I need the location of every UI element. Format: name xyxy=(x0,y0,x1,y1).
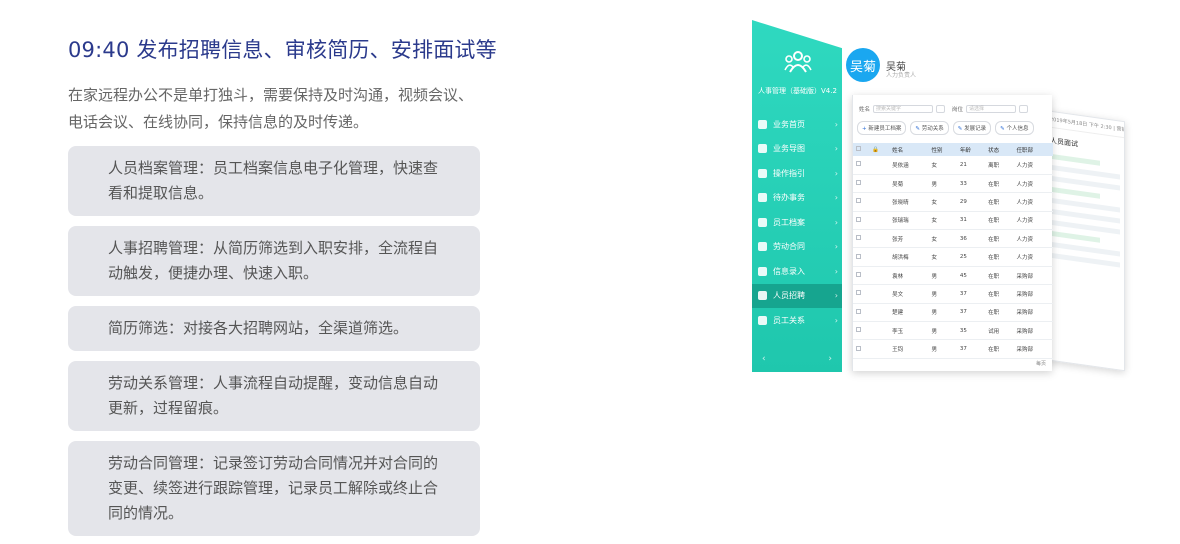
feature-card-relations: 劳动关系管理：人事流程自动提醒，变动信息自动更新，过程留痕。 xyxy=(68,361,480,431)
sidebar-item-recruit[interactable]: 人员招聘 › xyxy=(752,283,842,308)
column-header[interactable]: 状态 xyxy=(985,143,1014,156)
personal-info-button[interactable]: ✎ 个人信息 xyxy=(995,121,1034,135)
select-all-column[interactable] xyxy=(853,143,870,156)
chevron-right-icon: › xyxy=(834,266,838,276)
table-footer: 每页 xyxy=(1035,361,1046,367)
map-icon xyxy=(758,144,767,154)
column-header[interactable]: 性别 xyxy=(928,143,957,156)
checkbox[interactable] xyxy=(856,253,861,259)
search-icon[interactable] xyxy=(936,105,946,113)
chevron-right-icon[interactable]: › xyxy=(828,354,832,364)
sidebar-item-home[interactable]: 业务首页 › xyxy=(752,112,842,137)
sidebar-item-archive[interactable]: 员工档案 › xyxy=(752,210,842,235)
recruit-icon xyxy=(758,291,767,301)
lock-column: 🔒 xyxy=(869,143,890,156)
column-header[interactable]: 姓名 xyxy=(889,143,929,156)
sidebar-pager: ‹ › xyxy=(762,354,832,364)
sidebar-item-relations[interactable]: 员工关系 › xyxy=(752,308,842,333)
table-row[interactable]: 李玉男 35 试用 采购部 xyxy=(853,321,1053,341)
feature-list: 人员档案管理：员工档案信息电子化管理，快速查看和提取信息。 人事招聘管理：从简历… xyxy=(68,146,488,536)
table-row[interactable]: 楚建男 37 在职 采购部 xyxy=(853,303,1053,323)
people-logo-icon xyxy=(784,51,812,73)
feature-card-recruit: 人事招聘管理：从简历筛选到入职安排，全流程自动触发，便捷办理、快速入职。 xyxy=(68,226,480,296)
feature-card-archive: 人员档案管理：员工档案信息电子化管理，快速查看和提取信息。 xyxy=(68,146,480,216)
form-section xyxy=(1050,153,1100,166)
post-label: 岗位 xyxy=(952,107,964,113)
sidebar-item-contract[interactable]: 劳动合同 › xyxy=(752,235,842,260)
column-header[interactable]: 年龄 xyxy=(956,143,986,156)
filter-bar: 姓名 搜索关键字 岗位 请选择 xyxy=(853,95,1052,113)
checkbox[interactable] xyxy=(856,161,861,167)
app-name: 人事管理（基础版）V4.2 xyxy=(758,87,837,95)
chevron-right-icon: › xyxy=(834,217,838,227)
feature-card-contract: 劳动合同管理：记录签订劳动合同情况并对合同的变更、续签进行跟踪管理，记录员工解除… xyxy=(68,441,480,536)
chevron-right-icon: › xyxy=(834,193,838,203)
relations-icon xyxy=(758,315,767,325)
employee-table: 🔒 姓名 性别 年龄 状态 任职部 吴依涵女 21 离职 人力资 吴菊男 33 在职 人力资… xyxy=(853,143,1053,359)
form-section xyxy=(1050,230,1100,243)
contract-icon xyxy=(758,242,767,252)
sidebar-item-entry[interactable]: 信息录入 › xyxy=(752,259,842,284)
table-row[interactable]: 王钧男 37 在职 采购部 xyxy=(853,339,1053,359)
chevron-right-icon: › xyxy=(834,168,838,178)
checkbox[interactable] xyxy=(856,235,861,241)
table-header: 🔒 姓名 性别 年龄 状态 任职部 xyxy=(853,143,1053,156)
app-mockup: 2019年5月18日 下午 2:30 | 营销部-销售经理 人员面试 人事管理（… xyxy=(740,15,1140,375)
post-select[interactable]: 请选择 xyxy=(966,105,1017,113)
table-row[interactable]: 张晓晴女 29 在职 人力资 xyxy=(853,192,1053,212)
name-label: 姓名 xyxy=(859,107,871,113)
sidebar-item-map[interactable]: 业务导图 › xyxy=(752,137,842,162)
chevron-left-icon[interactable]: ‹ xyxy=(762,354,766,364)
checkbox[interactable] xyxy=(856,308,861,314)
table-row[interactable]: 张瑞瑞女 31 在职 人力资 xyxy=(853,211,1053,231)
checkbox[interactable] xyxy=(856,272,861,278)
table-row[interactable]: 吴菊男 33 在职 人力资 xyxy=(853,174,1053,194)
user-role: 人力负责人 xyxy=(886,72,917,79)
checkbox[interactable] xyxy=(856,345,861,351)
checkbox[interactable] xyxy=(856,180,861,186)
checkbox[interactable] xyxy=(856,198,861,204)
chevron-right-icon: › xyxy=(834,119,838,129)
checkbox[interactable] xyxy=(856,290,861,296)
content-column: 09:40 发布招聘信息、审核简历、安排面试等 在家远程办公不是单打独斗，需要保… xyxy=(68,34,497,544)
form-section xyxy=(1050,186,1100,199)
checkbox[interactable] xyxy=(856,216,861,222)
delete-icon[interactable] xyxy=(1019,105,1029,113)
app-sidebar: 人事管理（基础版）V4.2 业务首页 › 业务导图 › 操作指引 › 待办事务 › 员工… xyxy=(752,20,842,372)
checkbox[interactable] xyxy=(856,146,861,151)
chevron-right-icon: › xyxy=(834,291,838,301)
new-archive-button[interactable]: + 新建员工档案 xyxy=(857,121,907,135)
home-icon xyxy=(758,119,767,129)
table-row[interactable]: 吴依涵女 21 离职 人力资 xyxy=(853,156,1053,175)
labor-relation-button[interactable]: ✎ 劳动关系 xyxy=(910,121,949,135)
todo-icon xyxy=(758,193,767,203)
toolbar: + 新建员工档案 ✎ 劳动关系 ✎ 发展记录 ✎ 个人信息 xyxy=(853,113,1052,135)
column-header[interactable]: 任职部 xyxy=(1013,143,1053,156)
intro-text: 在家远程办公不是单打独斗，需要保持及时沟通，视频会议、电话会议、在线协同，保持信… xyxy=(68,86,474,131)
sidebar-item-todo[interactable]: 待办事务 › xyxy=(752,186,842,211)
interview-window: 2019年5月18日 下午 2:30 | 营销部-销售经理 人员面试 xyxy=(1045,110,1125,372)
checkbox[interactable] xyxy=(856,327,861,333)
table-row[interactable]: 胡洪梅女 25 在职 人力资 xyxy=(853,247,1053,267)
table-row[interactable]: 吴文男 37 在职 采购部 xyxy=(853,284,1053,304)
avatar[interactable]: 吴菊 xyxy=(846,48,880,82)
chevron-right-icon: › xyxy=(834,315,838,325)
guide-icon xyxy=(758,168,767,178)
table-row[interactable]: 张芳女 36 在职 人力资 xyxy=(853,229,1053,249)
growth-record-button[interactable]: ✎ 发展记录 xyxy=(952,121,992,135)
sidebar-nav: 业务首页 › 业务导图 › 操作指引 › 待办事务 › 员工档案 › 劳动合同 › 信息录入… xyxy=(752,112,842,333)
page-title: 09:40 发布招聘信息、审核简历、安排面试等 xyxy=(68,38,497,62)
chevron-right-icon: › xyxy=(834,242,838,252)
chevron-right-icon: › xyxy=(834,144,838,154)
sidebar-item-guide[interactable]: 操作指引 › xyxy=(752,161,842,186)
lock-icon: 🔒 xyxy=(872,146,880,153)
employee-panel: 姓名 搜索关键字 岗位 请选择 + 新建员工档案 ✎ 劳动关系 ✎ 发展记录 ✎… xyxy=(852,95,1053,371)
feature-card-resume: 简历筛选：对接各大招聘网站，全渠道筛选。 xyxy=(68,306,480,351)
entry-icon xyxy=(758,266,767,276)
name-search-input[interactable]: 搜索关键字 xyxy=(873,105,934,113)
user-info[interactable]: 吴菊 吴菊 人力负责人 xyxy=(846,48,916,82)
archive-icon xyxy=(758,217,767,227)
table-row[interactable]: 袁林男 45 在职 采购部 xyxy=(853,266,1053,286)
